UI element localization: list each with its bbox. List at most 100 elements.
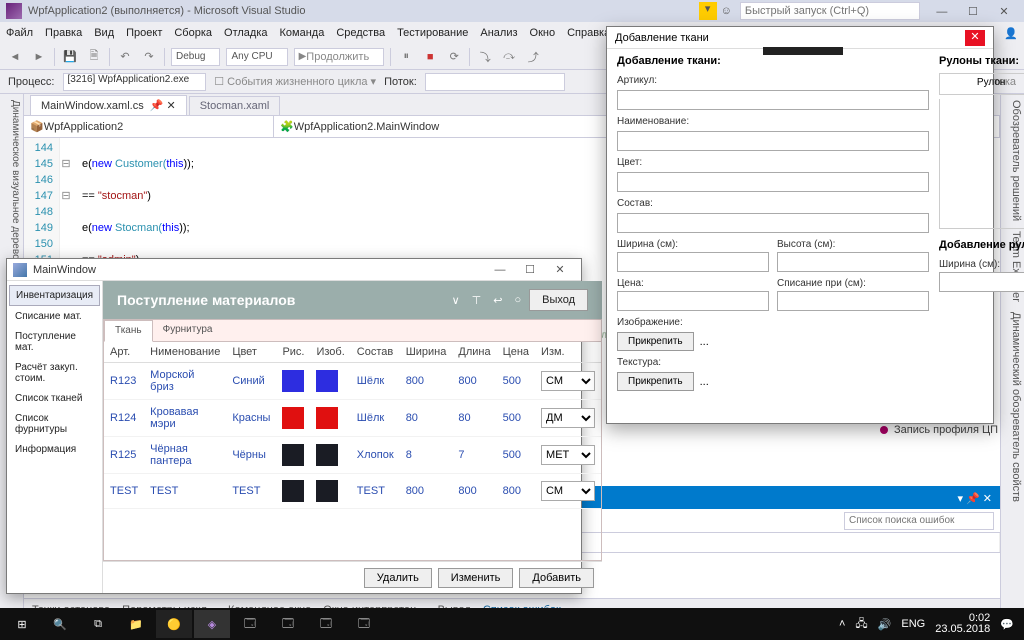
exit-button[interactable]: Выход: [529, 289, 588, 311]
quick-launch-input[interactable]: [740, 2, 920, 20]
explorer-icon[interactable]: 📁: [118, 610, 154, 638]
tab-fabric[interactable]: Ткань: [104, 320, 153, 342]
taskview-icon[interactable]: ⧉: [80, 610, 116, 638]
menu-team[interactable]: Команда: [280, 27, 325, 39]
menu-file[interactable]: Файл: [6, 27, 33, 39]
process-combo[interactable]: [3216] WpfApplication2.exe: [63, 73, 207, 91]
side-inventarization[interactable]: Инвентаризация: [9, 285, 100, 306]
tray-clock[interactable]: 0:0223.05.2018: [935, 613, 990, 635]
mw-minimize-icon[interactable]: —: [485, 264, 515, 276]
nav-fwd-icon[interactable]: ►: [30, 48, 48, 66]
save-all-icon[interactable]: 🗎: [85, 48, 103, 66]
unit-select[interactable]: ДМ: [541, 408, 595, 428]
menu-help[interactable]: Справка: [567, 27, 610, 39]
input-width[interactable]: [617, 252, 769, 272]
input-roll-width[interactable]: [939, 272, 1024, 292]
notify-flag-icon[interactable]: ▾: [699, 2, 717, 20]
tray-chevron-icon[interactable]: ˄: [839, 618, 845, 630]
sign-in-icon[interactable]: 👤: [1004, 27, 1018, 40]
icon-t[interactable]: ⊤: [472, 294, 482, 307]
menu-test[interactable]: Тестирование: [397, 27, 468, 39]
dlg-close-icon[interactable]: ✕: [965, 30, 985, 46]
taskbar-app2-icon[interactable]: 🗔: [270, 610, 306, 638]
tab-accessory[interactable]: Фурнитура: [153, 320, 223, 341]
errorlist-search-input[interactable]: [844, 512, 994, 530]
menu-project[interactable]: Проект: [126, 27, 162, 39]
continue-button[interactable]: ▶ Продолжить: [294, 48, 385, 66]
pause-icon[interactable]: ⏸: [397, 48, 415, 66]
feedback-icon[interactable]: ☺: [721, 5, 732, 17]
input-name[interactable]: [617, 131, 929, 151]
config-combo[interactable]: Debug: [171, 48, 220, 66]
save-icon[interactable]: 💾: [61, 48, 79, 66]
table-row[interactable]: R125Чёрная пантераЧёрныХлопок87500МЕТ: [104, 437, 601, 474]
undo-icon[interactable]: ↶: [116, 48, 134, 66]
icon-v[interactable]: ∨: [452, 294, 460, 307]
delete-button[interactable]: Удалить: [364, 568, 432, 588]
side-writeoff[interactable]: Списание мат.: [9, 307, 100, 326]
table-row[interactable]: TESTTESTTESTTEST800800800СМ: [104, 474, 601, 509]
menu-tools[interactable]: Средства: [336, 27, 385, 39]
add-button[interactable]: Добавить: [519, 568, 594, 588]
icon-o[interactable]: ○: [514, 294, 521, 307]
taskbar-app3-icon[interactable]: 🗔: [308, 610, 344, 638]
stop-icon[interactable]: ■: [421, 48, 439, 66]
step-out-icon[interactable]: ⤴: [524, 48, 542, 66]
thread-combo[interactable]: [425, 73, 565, 91]
restart-icon[interactable]: ⟳: [445, 48, 463, 66]
menu-build[interactable]: Сборка: [174, 27, 212, 39]
table-row[interactable]: R124Кровавая мэриКрасныШёлк8080500ДМ: [104, 400, 601, 437]
step-into-icon[interactable]: ⤵: [476, 48, 494, 66]
menu-debug[interactable]: Отладка: [224, 27, 267, 39]
side-income[interactable]: Поступление мат.: [9, 327, 100, 357]
start-button[interactable]: ⊞: [4, 610, 40, 638]
browser-icon[interactable]: 🟡: [156, 610, 192, 638]
taskbar-app1-icon[interactable]: 🗔: [232, 610, 268, 638]
platform-combo[interactable]: Any CPU: [226, 48, 287, 66]
input-height[interactable]: [777, 252, 929, 272]
taskbar-vs-icon[interactable]: ◈: [194, 610, 230, 638]
mw-close-icon[interactable]: ✕: [545, 263, 575, 276]
attach-image-button[interactable]: Прикрепить: [617, 332, 694, 351]
tab-mainwindow-cs[interactable]: MainWindow.xaml.cs 📌 ✕: [30, 95, 187, 115]
menu-view[interactable]: Вид: [94, 27, 114, 39]
side-calc[interactable]: Расчёт закуп. стоим.: [9, 358, 100, 388]
unit-select[interactable]: МЕТ: [541, 445, 595, 465]
menu-edit[interactable]: Правка: [45, 27, 82, 39]
unit-select[interactable]: СМ: [541, 371, 595, 391]
mw-maximize-icon[interactable]: ☐: [515, 263, 545, 276]
input-color[interactable]: [617, 172, 929, 192]
icon-j[interactable]: ↩: [493, 294, 502, 307]
redo-icon[interactable]: ↷: [140, 48, 158, 66]
attach-texture-button[interactable]: Прикрепить: [617, 372, 694, 391]
side-accessories[interactable]: Список фурнитуры: [9, 409, 100, 439]
menu-analyze[interactable]: Анализ: [480, 27, 517, 39]
step-over-icon[interactable]: ⤼: [500, 48, 518, 66]
close-icon[interactable]: ✕: [990, 5, 1018, 18]
materials-table[interactable]: Арт.НименованиеЦвет Рис.Изоб.Состав Шири…: [104, 342, 601, 509]
tray-network-icon[interactable]: 🖧: [855, 615, 867, 634]
input-price[interactable]: [617, 291, 769, 311]
tray-lang[interactable]: ENG: [901, 618, 925, 630]
nav-project-combo[interactable]: 📦 WpfApplication2: [24, 116, 274, 137]
input-comp[interactable]: [617, 213, 929, 233]
tab-stocman-xaml[interactable]: Stocman.xaml: [189, 96, 281, 115]
unit-select[interactable]: СМ: [541, 481, 595, 501]
search-icon[interactable]: 🔍: [42, 610, 78, 638]
tray-volume-icon[interactable]: 🔊: [878, 618, 892, 631]
lifecycle-combo[interactable]: ☐ События жизненного цикла ▾: [214, 75, 376, 88]
minimize-icon[interactable]: —: [928, 6, 956, 18]
side-fabrics[interactable]: Список тканей: [9, 389, 100, 408]
menu-window[interactable]: Окно: [530, 27, 556, 39]
rolls-grid[interactable]: [939, 99, 1024, 229]
input-writeoff[interactable]: [777, 291, 929, 311]
table-row[interactable]: R123Морской бризСинийШёлк800800500СМ: [104, 363, 601, 400]
edit-button[interactable]: Изменить: [438, 568, 514, 588]
input-article[interactable]: [617, 90, 929, 110]
nav-back-icon[interactable]: ◄: [6, 48, 24, 66]
taskbar-app4-icon[interactable]: 🗔: [346, 610, 382, 638]
tray-notifications-icon[interactable]: 💬: [1000, 618, 1014, 631]
maximize-icon[interactable]: ☐: [959, 5, 987, 18]
side-info[interactable]: Информация: [9, 440, 100, 459]
pin-icon[interactable]: ▾ 📌 ✕: [957, 492, 992, 505]
